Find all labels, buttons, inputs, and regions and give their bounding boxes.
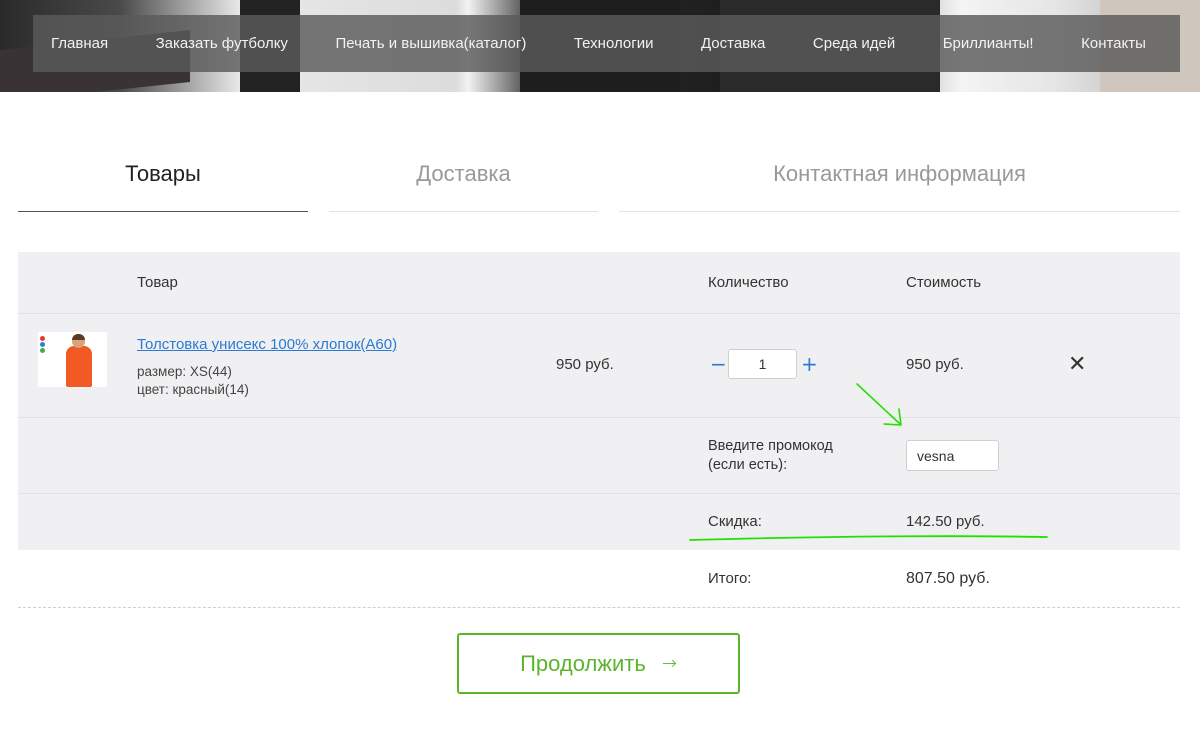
promo-code-label: Введите промокод	[708, 438, 833, 454]
table-row: Толстовка унисекс 100% хлопок(A60) разме…	[18, 314, 1180, 418]
brand-logo-icon	[40, 336, 48, 354]
discount-value: 142.50 руб.	[906, 513, 985, 530]
total-row: Итого: 807.50 руб.	[18, 550, 1180, 608]
continue-button[interactable]: Продолжить →	[457, 633, 740, 694]
product-thumbnail[interactable]	[38, 332, 107, 387]
nav-item-delivery[interactable]: Доставка	[701, 35, 765, 52]
column-header-cost: Стоимость	[906, 274, 982, 291]
product-image-body	[66, 346, 92, 387]
tab-delivery-label: Доставка	[416, 161, 511, 186]
quantity-increase-button[interactable]: +	[801, 354, 818, 374]
tab-contact-info-label: Контактная информация	[773, 161, 1026, 186]
product-unit-price: 950 руб.	[556, 356, 614, 373]
continue-button-label: Продолжить	[520, 650, 646, 676]
main-navigation: Главная Заказать футболку Печать и вышив…	[33, 15, 1180, 72]
nav-item-home[interactable]: Главная	[51, 35, 108, 52]
total-label: Итого:	[708, 570, 752, 587]
column-header-product: Товар	[137, 274, 178, 291]
product-color: цвет: красный(14)	[137, 382, 249, 397]
header-banner: Главная Заказать футболку Печать и вышив…	[0, 0, 1200, 92]
tab-contact-info[interactable]: Контактная информация	[619, 158, 1180, 212]
promo-code-row: Введите промокод (если есть):	[18, 418, 1180, 494]
nav-item-diamonds[interactable]: Бриллианты!	[943, 35, 1034, 52]
product-size: размер: XS(44)	[137, 364, 232, 379]
nav-item-ideas[interactable]: Среда идей	[813, 35, 895, 52]
cart-table: Товар Количество Стоимость Толстовка уни…	[18, 252, 1180, 608]
tab-goods[interactable]: Товары	[18, 158, 308, 212]
column-header-quantity: Количество	[708, 274, 789, 291]
tab-delivery[interactable]: Доставка	[329, 158, 598, 212]
remove-item-icon[interactable]: ✕	[1068, 354, 1086, 376]
promo-code-label-hint: (если есть):	[708, 457, 788, 473]
tab-goods-label: Товары	[125, 161, 201, 186]
nav-item-order-tshirt[interactable]: Заказать футболку	[156, 35, 288, 52]
nav-item-catalog[interactable]: Печать и вышивка(каталог)	[335, 35, 526, 52]
promo-code-input[interactable]	[906, 440, 999, 471]
product-name-link[interactable]: Толстовка унисекс 100% хлопок(A60)	[137, 336, 397, 353]
nav-item-contacts[interactable]: Контакты	[1081, 35, 1146, 52]
total-value: 807.50 руб.	[906, 570, 990, 587]
nav-item-technologies[interactable]: Технологии	[574, 35, 654, 52]
product-image-hair	[72, 334, 85, 340]
discount-row: Скидка: 142.50 руб.	[18, 494, 1180, 550]
quantity-input[interactable]	[728, 349, 797, 379]
table-header-row: Товар Количество Стоимость	[18, 252, 1180, 314]
discount-label: Скидка:	[708, 513, 762, 530]
arrow-right-icon: →	[661, 653, 677, 674]
quantity-decrease-button[interactable]: −	[710, 354, 727, 374]
product-line-cost: 950 руб.	[906, 356, 964, 373]
